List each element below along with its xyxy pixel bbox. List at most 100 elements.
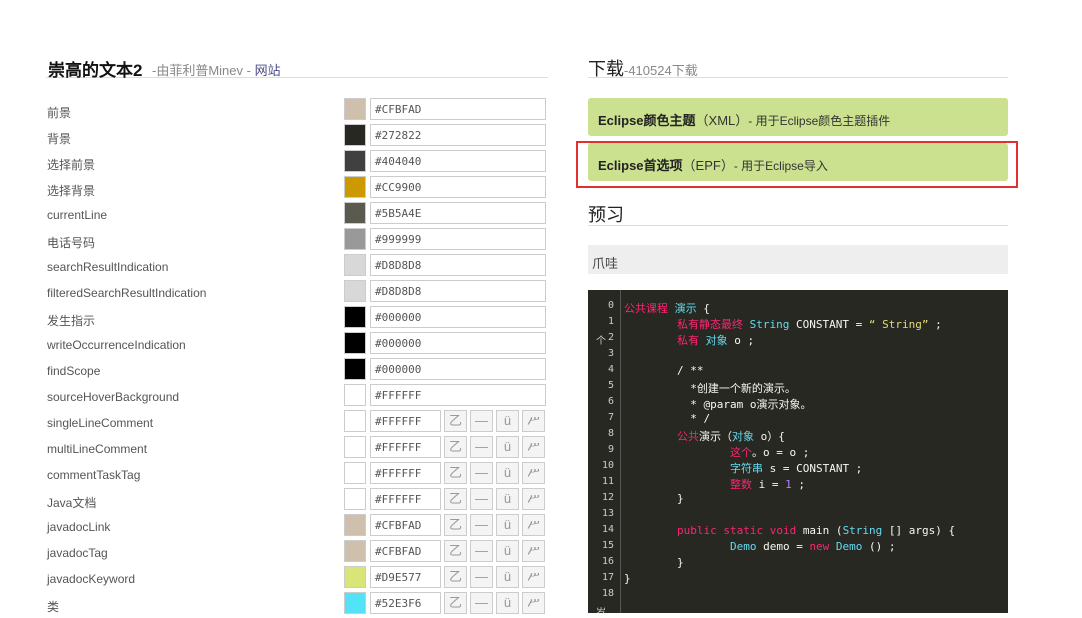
color-swatch[interactable] <box>344 358 366 380</box>
italic-button[interactable]: ሥ <box>522 462 545 484</box>
code-token: ; <box>791 478 805 491</box>
hex-input[interactable]: #000000 <box>370 332 546 354</box>
italic-button[interactable]: ሥ <box>522 592 545 614</box>
code-line: public static void main (String [] args)… <box>624 524 955 537</box>
code-line: * @param o演示对象。 <box>624 396 811 412</box>
code-token: 演示 <box>674 302 697 315</box>
color-label: 前景 <box>47 106 72 120</box>
bold-button[interactable]: 乙 <box>444 488 467 510</box>
color-swatch[interactable] <box>344 540 366 562</box>
hex-input[interactable]: #FFFFFF <box>370 410 441 432</box>
bold-button[interactable]: 乙 <box>444 566 467 588</box>
strikethrough-button[interactable]: — <box>470 592 493 614</box>
hex-input[interactable]: #D8D8D8 <box>370 280 546 302</box>
italic-button[interactable]: ሥ <box>522 436 545 458</box>
color-swatch[interactable] <box>344 488 366 510</box>
strikethrough-button[interactable]: — <box>470 410 493 432</box>
color-label: writeOccurrenceIndication <box>47 338 186 352</box>
underline-button[interactable]: ü <box>496 462 519 484</box>
hex-input[interactable]: #D8D8D8 <box>370 254 546 276</box>
website-link[interactable]: 网站 <box>255 63 281 78</box>
download-xml-button[interactable]: Eclipse颜色主题（XML）- 用于Eclipse颜色主题插件 <box>588 98 1008 136</box>
underline-button[interactable]: ü <box>496 436 519 458</box>
italic-button[interactable]: ሥ <box>522 410 545 432</box>
hex-input[interactable]: #52E3F6 <box>370 592 441 614</box>
hex-input[interactable]: #CFBFAD <box>370 514 441 536</box>
code-line: 公共课程 演示 { <box>624 300 710 316</box>
line-number: 16 <box>601 556 614 567</box>
color-swatch[interactable] <box>344 410 366 432</box>
color-swatch[interactable] <box>344 124 366 146</box>
color-label: findScope <box>47 364 101 378</box>
hex-input[interactable]: #000000 <box>370 306 546 328</box>
strikethrough-button[interactable]: — <box>470 566 493 588</box>
code-token: public static void <box>624 524 803 537</box>
underline-button[interactable]: ü <box>496 566 519 588</box>
bold-button[interactable]: 乙 <box>444 514 467 536</box>
code-token: *创建一个新的演示。 <box>624 382 796 395</box>
color-swatch[interactable] <box>344 592 366 614</box>
code-token: i = <box>751 478 786 491</box>
color-swatch[interactable] <box>344 228 366 250</box>
color-swatch[interactable] <box>344 202 366 224</box>
bold-button[interactable]: 乙 <box>444 592 467 614</box>
underline-button[interactable]: ü <box>496 592 519 614</box>
color-swatch[interactable] <box>344 462 366 484</box>
italic-button[interactable]: ሥ <box>522 566 545 588</box>
italic-button[interactable]: ሥ <box>522 540 545 562</box>
hex-input[interactable]: #CFBFAD <box>370 98 546 120</box>
bold-button[interactable]: 乙 <box>444 410 467 432</box>
hex-input[interactable]: #000000 <box>370 358 546 380</box>
hex-input[interactable]: #FFFFFF <box>370 384 546 406</box>
language-tab[interactable]: 爪哇 <box>588 245 1008 274</box>
code-preview: 0123456789101112131415161718个岁 公共课程 演示 {… <box>588 290 1008 613</box>
strikethrough-button[interactable]: — <box>470 436 493 458</box>
color-label: currentLine <box>47 208 108 222</box>
underline-button[interactable]: ü <box>496 540 519 562</box>
italic-button[interactable]: ሥ <box>522 488 545 510</box>
code-token: “ String” <box>868 318 929 331</box>
code-token: 私有静态最终 <box>624 318 750 331</box>
code-token: o ; <box>727 334 755 347</box>
line-number: 7 <box>607 412 614 423</box>
strikethrough-button[interactable]: — <box>470 514 493 536</box>
underline-button[interactable]: ü <box>496 488 519 510</box>
code-token: * / <box>624 412 711 425</box>
hex-input[interactable]: #5B5A4E <box>370 202 546 224</box>
color-swatch[interactable] <box>344 150 366 172</box>
color-label: searchResultIndication <box>47 260 169 274</box>
bold-button[interactable]: 乙 <box>444 540 467 562</box>
hex-input[interactable]: #272822 <box>370 124 546 146</box>
strikethrough-button[interactable]: — <box>470 462 493 484</box>
hex-input[interactable]: #999999 <box>370 228 546 250</box>
hex-input[interactable]: #FFFFFF <box>370 462 441 484</box>
hex-input[interactable]: #FFFFFF <box>370 488 441 510</box>
color-swatch[interactable] <box>344 306 366 328</box>
color-swatch[interactable] <box>344 384 366 406</box>
italic-button[interactable]: ሥ <box>522 514 545 536</box>
line-number-gutter: 0123456789101112131415161718个岁 <box>588 290 621 613</box>
bold-button[interactable]: 乙 <box>444 436 467 458</box>
strikethrough-button[interactable]: — <box>470 540 493 562</box>
color-swatch[interactable] <box>344 98 366 120</box>
underline-button[interactable]: ü <box>496 410 519 432</box>
color-swatch[interactable] <box>344 514 366 536</box>
code-token: 这个 <box>624 446 752 459</box>
bold-button[interactable]: 乙 <box>444 462 467 484</box>
hex-input[interactable]: #FFFFFF <box>370 436 441 458</box>
hex-input[interactable]: #CC9900 <box>370 176 546 198</box>
color-swatch[interactable] <box>344 332 366 354</box>
color-swatch[interactable] <box>344 254 366 276</box>
strikethrough-button[interactable]: — <box>470 488 493 510</box>
color-swatch[interactable] <box>344 280 366 302</box>
color-swatch[interactable] <box>344 566 366 588</box>
hex-input[interactable]: #404040 <box>370 150 546 172</box>
selection-highlight-box <box>576 141 1018 188</box>
code-token: 私有 <box>624 334 706 347</box>
hex-input[interactable]: #D9E577 <box>370 566 441 588</box>
color-swatch[interactable] <box>344 176 366 198</box>
color-swatch[interactable] <box>344 436 366 458</box>
color-settings-panel: 崇高的文本2 -由菲利普Minev - 网站 前景 #CFBFAD 背景 #27282… <box>46 52 548 614</box>
hex-input[interactable]: #CFBFAD <box>370 540 441 562</box>
underline-button[interactable]: ü <box>496 514 519 536</box>
